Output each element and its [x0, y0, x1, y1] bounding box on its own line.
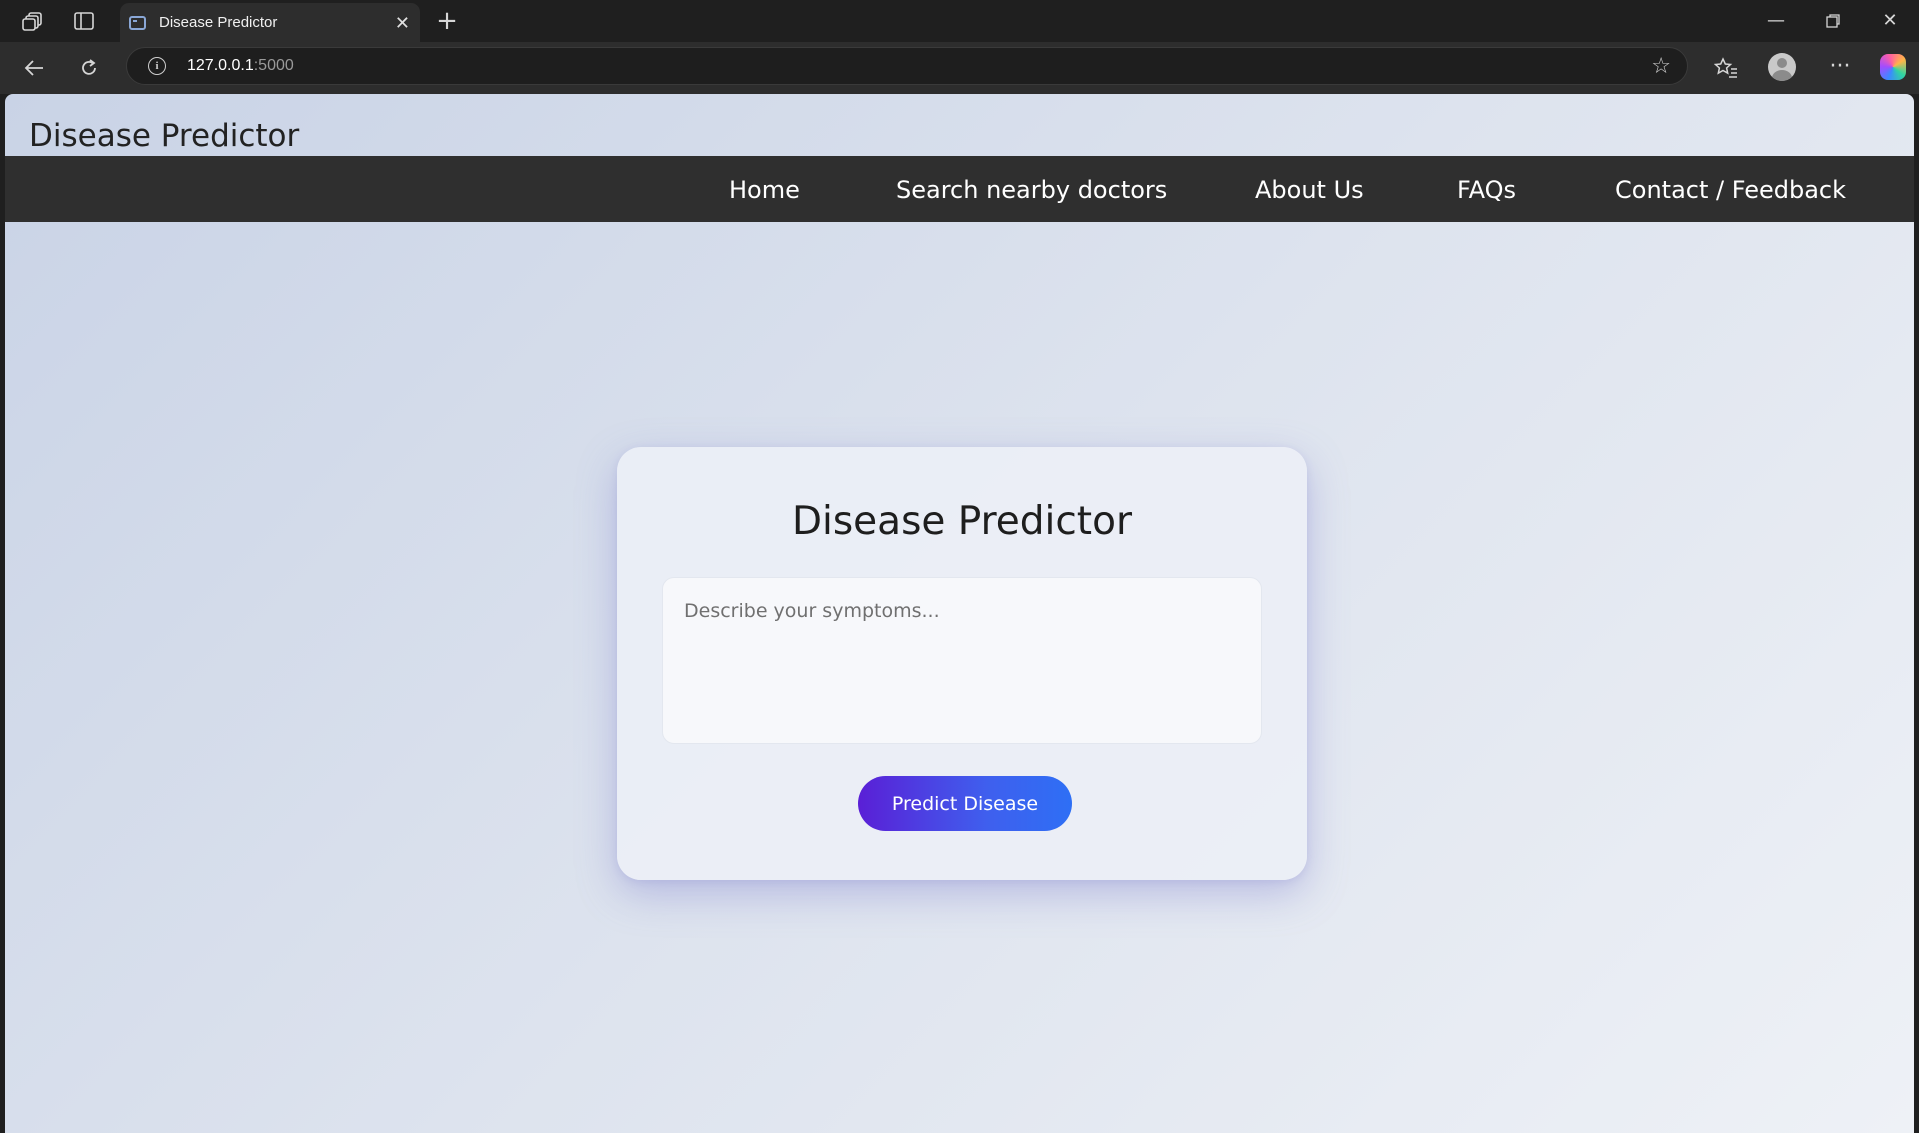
browser-tab-active[interactable]: Disease Predictor ✕: [120, 3, 420, 42]
predictor-card: Disease Predictor Predict Disease: [617, 447, 1307, 880]
site-brand[interactable]: Disease Predictor: [29, 118, 299, 154]
url-port: :5000: [253, 57, 294, 74]
more-icon[interactable]: ···: [1826, 54, 1854, 80]
tab-title: Disease Predictor: [159, 14, 278, 31]
terminal-favicon-icon: [129, 15, 146, 30]
back-arrow-icon[interactable]: [20, 55, 48, 81]
refresh-icon[interactable]: [76, 55, 102, 81]
close-tab-icon[interactable]: ✕: [395, 13, 410, 34]
info-icon[interactable]: i: [148, 57, 166, 75]
restore-icon[interactable]: [1813, 8, 1853, 34]
url-text: 127.0.0.1:5000: [187, 57, 294, 75]
symptoms-input[interactable]: [662, 577, 1262, 744]
workspaces-icon[interactable]: [20, 9, 46, 33]
predict-disease-button[interactable]: Predict Disease: [858, 776, 1072, 831]
nav-faqs[interactable]: FAQs: [1457, 176, 1516, 204]
tab-actions-icon[interactable]: [72, 9, 96, 33]
site-header: Disease Predictor: [5, 94, 1914, 156]
main-navbar: Home Search nearby doctors About Us FAQs…: [5, 156, 1914, 222]
favorites-icon[interactable]: [1712, 55, 1740, 81]
plus-icon[interactable]: +: [434, 8, 460, 34]
nav-home[interactable]: Home: [729, 176, 800, 204]
nav-search-doctors[interactable]: Search nearby doctors: [896, 176, 1167, 204]
url-host: 127.0.0.1: [187, 57, 254, 74]
minimize-icon[interactable]: —: [1756, 8, 1796, 34]
star-icon[interactable]: ☆: [1651, 54, 1671, 79]
nav-contact-feedback[interactable]: Contact / Feedback: [1615, 176, 1846, 204]
close-window-icon[interactable]: ✕: [1870, 8, 1910, 34]
nav-about-us[interactable]: About Us: [1255, 176, 1364, 204]
profile-icon[interactable]: [1768, 53, 1796, 81]
copilot-icon[interactable]: [1880, 54, 1906, 80]
browser-titlebar: Disease Predictor ✕ + — ✕: [0, 0, 1919, 42]
address-bar[interactable]: i 127.0.0.1:5000 ☆: [126, 47, 1688, 85]
browser-toolbar: i 127.0.0.1:5000 ☆ ···: [0, 42, 1919, 94]
card-title: Disease Predictor: [791, 499, 1132, 544]
page-viewport: Disease Predictor Home Search nearby doc…: [5, 94, 1914, 1133]
